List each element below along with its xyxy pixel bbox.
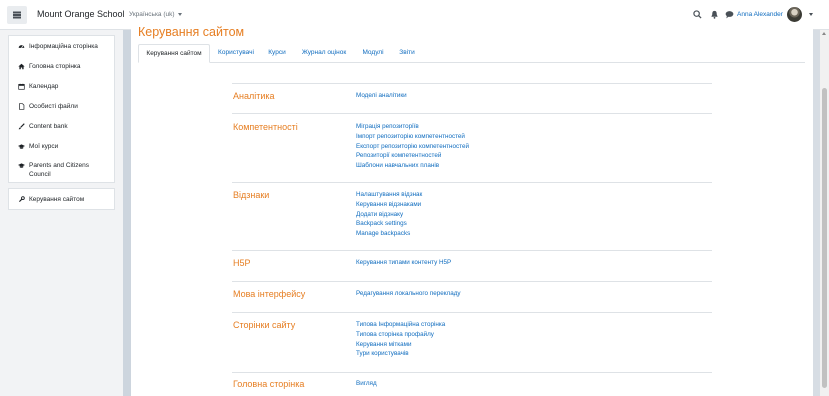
- link-add-badge[interactable]: Додати відзнаку: [356, 210, 422, 220]
- sidebar-item-label: Головна сторінка: [29, 62, 81, 70]
- section-title: Сторінки сайту: [233, 320, 296, 330]
- link-default-profile[interactable]: Типова сторінка профайлу: [356, 330, 445, 340]
- link-language-customisation[interactable]: Редагування локального перекладу: [356, 289, 461, 299]
- language-menu[interactable]: Українська (uk): [129, 11, 182, 18]
- section-title: Аналітика: [233, 91, 275, 101]
- user-name[interactable]: Anna Alexander: [737, 11, 783, 18]
- link-manage-backpacks[interactable]: Manage backpacks: [356, 229, 422, 239]
- sidebar-item-content-bank[interactable]: Content bank: [9, 116, 114, 136]
- link-learning-plan-templates[interactable]: Шаблони навчальних планів: [356, 161, 469, 171]
- section-title: Відзнаки: [233, 190, 270, 200]
- link-analytics-models[interactable]: Моделі аналітики: [356, 91, 407, 101]
- scroll-up-arrow-icon[interactable]: [822, 32, 826, 35]
- tab-reports[interactable]: Звіти: [392, 44, 422, 63]
- site-name[interactable]: Mount Orange School: [37, 9, 125, 19]
- section-h5p: H5P Керування типами контенту H5P: [232, 250, 712, 281]
- sidebar-item-course[interactable]: Parents and Citizens Council: [9, 156, 114, 182]
- graduation-cap-icon: [18, 143, 25, 149]
- caret-down-icon: [177, 12, 182, 16]
- sidebar-item-site-admin[interactable]: Керування сайтом: [9, 189, 114, 209]
- avatar[interactable]: [787, 7, 802, 22]
- sidebar-admin-group: Керування сайтом: [8, 188, 115, 210]
- hamburger-icon: [13, 14, 21, 16]
- sidebar-item-label: Керування сайтом: [29, 195, 85, 203]
- admin-tabs: Керування сайтом Користувачі Курси Журна…: [138, 44, 805, 63]
- file-icon: [19, 102, 25, 110]
- sidebar-item-my-courses[interactable]: Мої курси: [9, 136, 114, 156]
- sidebar-item-label: Мої курси: [29, 142, 59, 150]
- bell-icon[interactable]: [710, 10, 719, 19]
- menu-toggle-button[interactable]: [7, 6, 27, 24]
- section-title: H5P: [233, 258, 251, 268]
- sidebar-item-dashboard[interactable]: Інформаційна сторінка: [9, 36, 114, 56]
- dashboard-icon: [18, 44, 25, 48]
- link-migrate-frameworks[interactable]: Міграція репозиторіїв: [356, 122, 469, 132]
- link-manage-badges[interactable]: Керування відзнаками: [356, 200, 422, 210]
- section-front-page: Головна сторінка Вигляд: [232, 372, 712, 396]
- language-label: Українська (uk): [129, 11, 175, 18]
- link-front-page-appearance[interactable]: Вигляд: [356, 379, 377, 389]
- link-import-framework[interactable]: Імпорт репозиторію компетентностей: [356, 132, 469, 142]
- sidebar-item-calendar[interactable]: Календар: [9, 76, 114, 96]
- section-competencies: Компетентності Міграція репозиторіїв Імп…: [232, 113, 712, 182]
- link-export-framework[interactable]: Експорт репозиторію компетентностей: [356, 142, 469, 152]
- home-icon: [18, 63, 25, 69]
- sidebar-item-label: Календар: [29, 82, 59, 90]
- graduation-cap-icon: [18, 163, 25, 168]
- wrench-icon: [19, 195, 25, 202]
- tab-grades[interactable]: Журнал оцінок: [296, 44, 352, 63]
- section-analytics: Аналітика Моделі аналітики: [232, 83, 712, 113]
- section-language: Мова інтерфейсу Редагування локального п…: [232, 281, 712, 312]
- chat-icon[interactable]: [725, 10, 734, 19]
- paint-brush-icon: [18, 122, 25, 129]
- section-title: Компетентності: [233, 122, 298, 132]
- tab-plugins[interactable]: Модулі: [356, 44, 390, 63]
- search-icon[interactable]: [693, 10, 702, 19]
- tab-site-admin[interactable]: Керування сайтом: [138, 44, 210, 63]
- sidebar-item-label: Parents and Citizens Council: [29, 162, 89, 178]
- calendar-icon: [18, 83, 25, 90]
- section-title: Мова інтерфейсу: [233, 289, 306, 299]
- section-appearance-pages: Сторінки сайту Типова Інформаційна сторі…: [232, 312, 712, 372]
- sidebar-item-label: Особисті файли: [29, 102, 78, 110]
- tab-courses[interactable]: Курси: [262, 44, 292, 63]
- link-backpack-settings[interactable]: Backpack settings: [356, 219, 422, 229]
- link-competency-frameworks[interactable]: Репозиторії компетентностей: [356, 151, 469, 161]
- section-title: Головна сторінка: [233, 379, 305, 389]
- link-user-tours[interactable]: Тури користувачів: [356, 349, 445, 359]
- sidebar-item-label: Інформаційна сторінка: [29, 42, 98, 50]
- link-manage-tags[interactable]: Керування мітками: [356, 340, 445, 350]
- sidebar-item-private-files[interactable]: Особисті файли: [9, 96, 114, 116]
- section-badges: Відзнаки Налаштування відзнак Керування …: [232, 182, 712, 250]
- tab-users[interactable]: Користувачі: [212, 44, 260, 63]
- page-title: Керування сайтом: [138, 25, 245, 39]
- link-manage-h5p-types[interactable]: Керування типами контенту H5P: [356, 258, 451, 268]
- sidebar-nav-group: Інформаційна сторінка Головна сторінка К…: [8, 35, 115, 183]
- caret-down-icon[interactable]: [809, 13, 813, 16]
- link-badge-settings[interactable]: Налаштування відзнак: [356, 190, 422, 200]
- sidebar-item-home[interactable]: Головна сторінка: [9, 56, 114, 76]
- sidebar-item-label: Content bank: [29, 122, 68, 130]
- link-default-dashboard[interactable]: Типова Інформаційна сторінка: [356, 320, 445, 330]
- page-scrollbar[interactable]: [820, 30, 829, 396]
- scrollbar-thumb[interactable]: [822, 88, 827, 388]
